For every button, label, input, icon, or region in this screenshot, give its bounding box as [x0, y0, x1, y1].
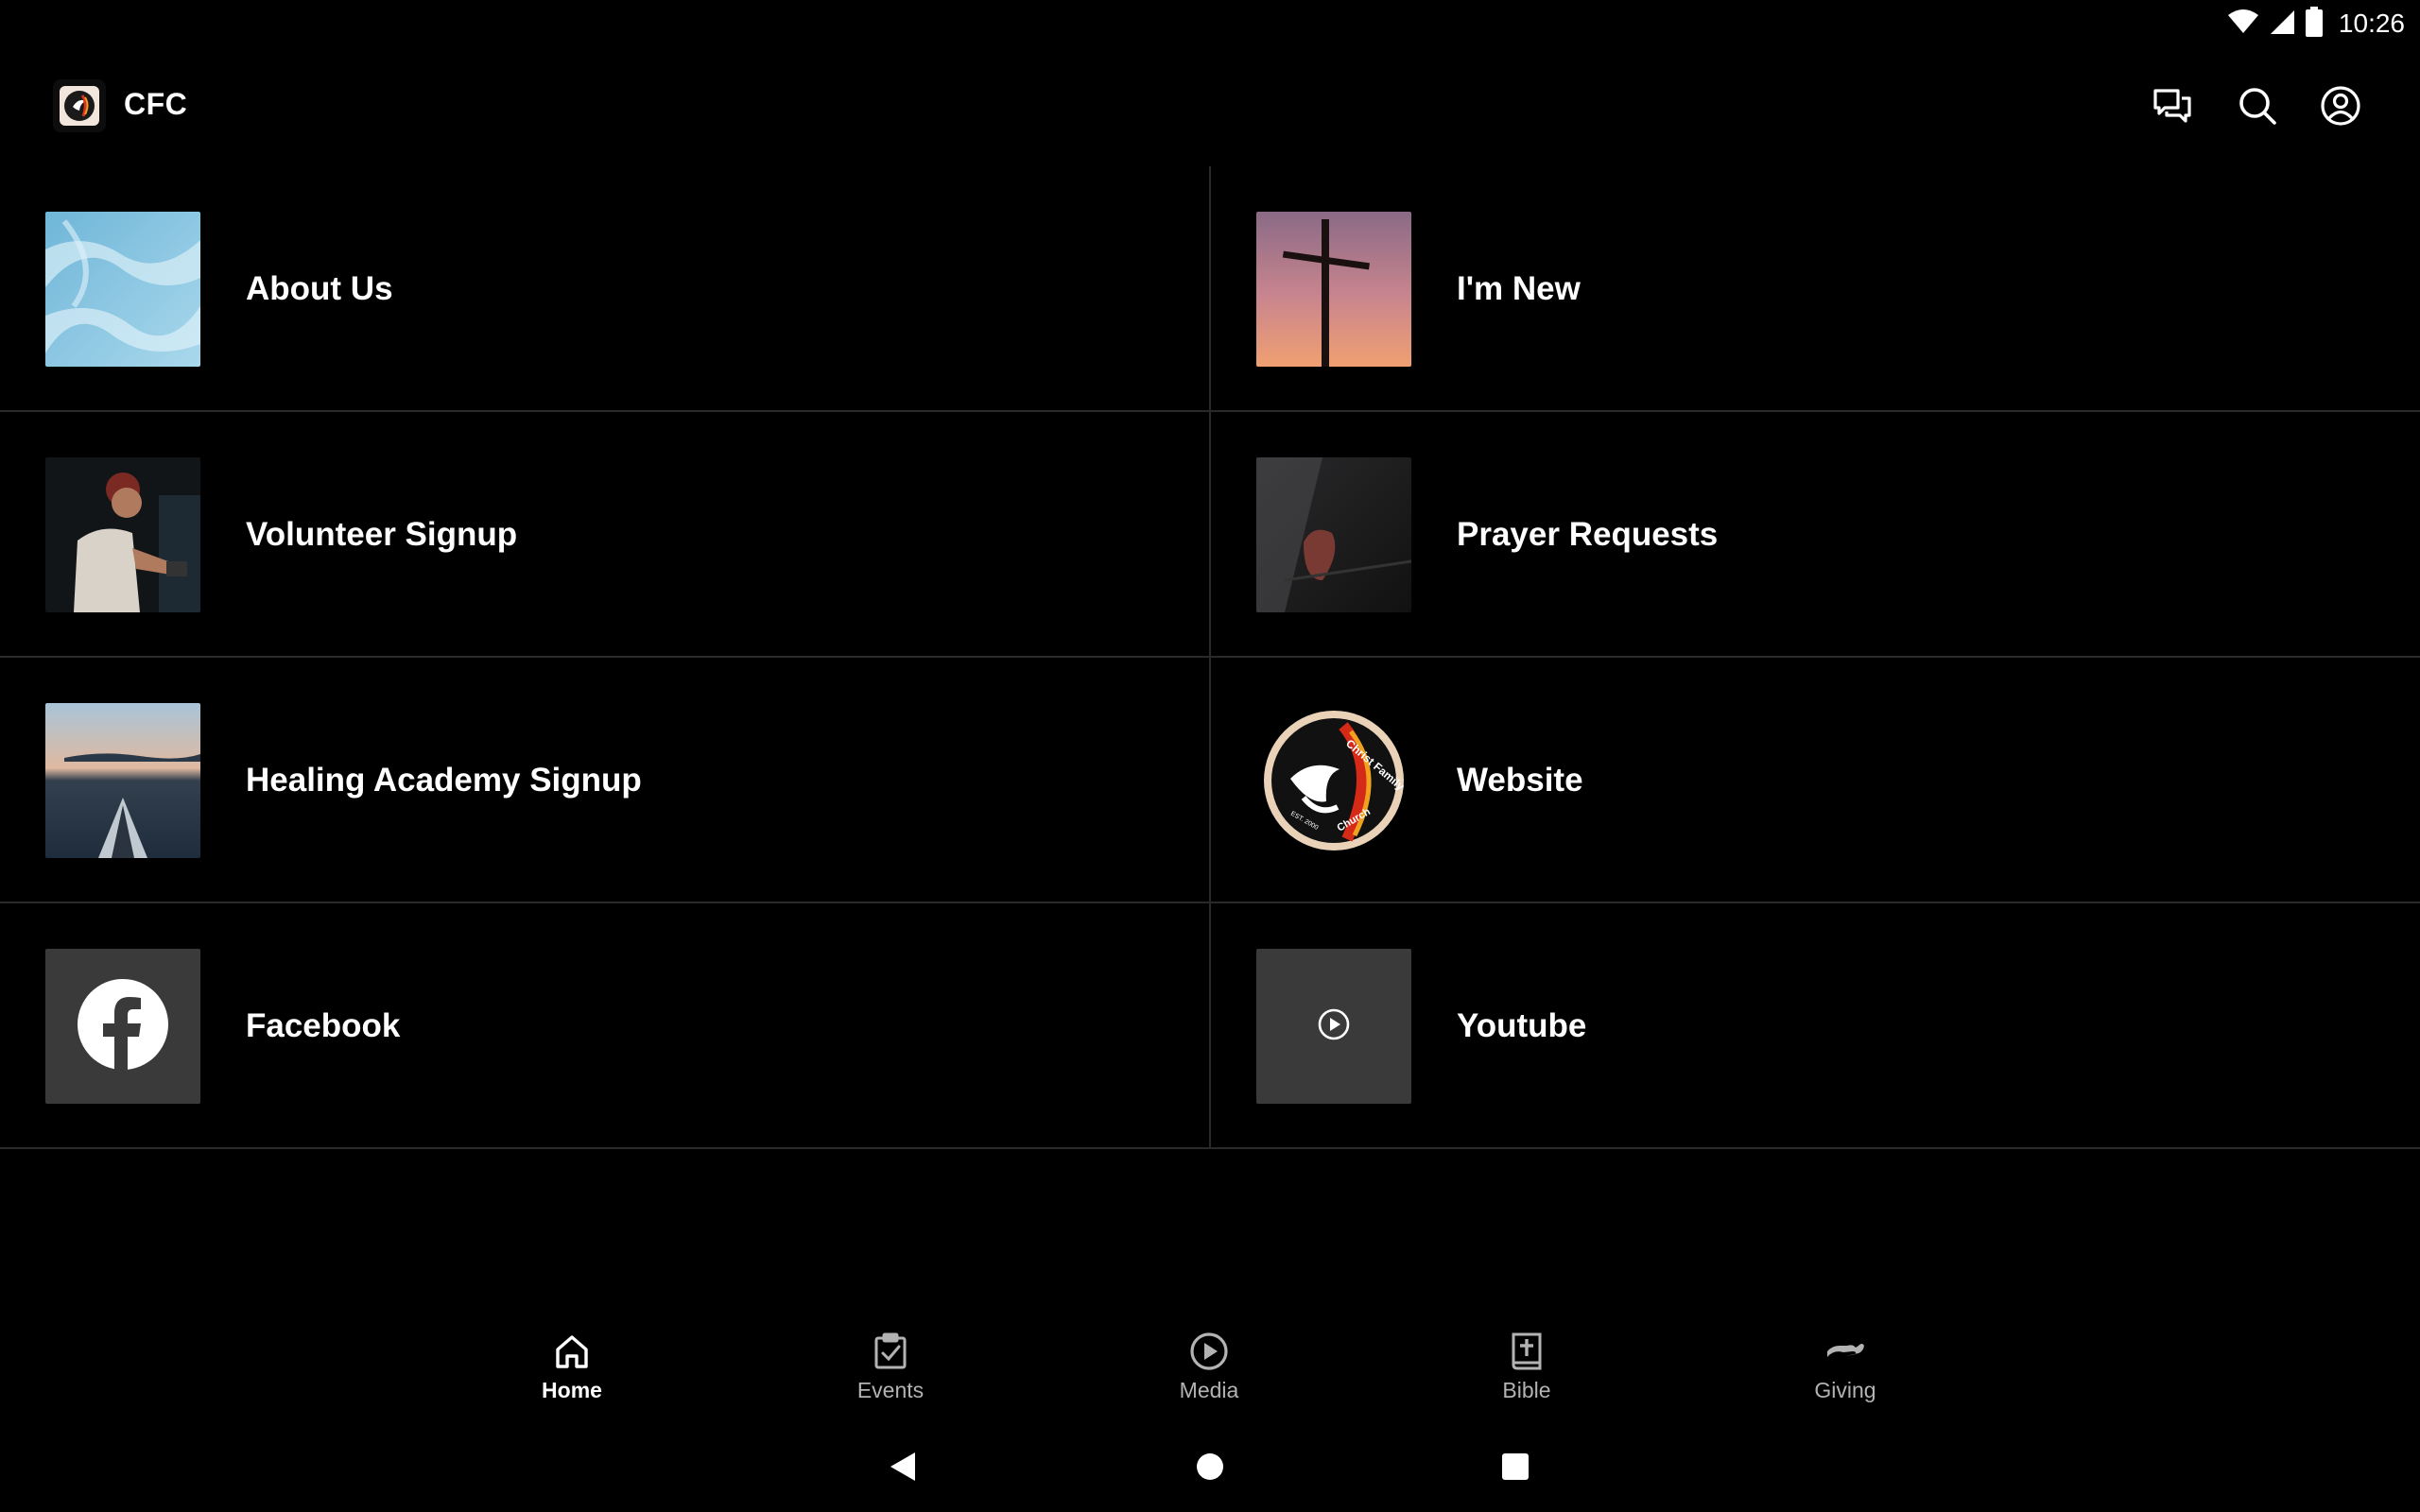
home-icon: [551, 1331, 593, 1372]
tile-volunteer-signup[interactable]: Volunteer Signup: [0, 412, 1209, 658]
tile-website[interactable]: Christ Family Church EST. 2000 Website: [1211, 658, 2420, 903]
tile-healing-academy-signup[interactable]: Healing Academy Signup: [0, 658, 1209, 903]
events-icon: [870, 1331, 911, 1372]
nav-label: Bible: [1502, 1378, 1551, 1402]
nav-media[interactable]: Media: [1115, 1323, 1304, 1418]
status-icons: 10:26: [2227, 6, 2405, 42]
tile-label: Volunteer Signup: [246, 516, 518, 553]
facebook-thumb: [45, 949, 200, 1104]
tile-about-us[interactable]: About Us: [0, 166, 1209, 412]
church-seal: Christ Family Church EST. 2000: [1256, 703, 1411, 858]
play-circle-icon: [1188, 1331, 1230, 1372]
nav-giving[interactable]: Giving: [1751, 1323, 1940, 1418]
youtube-thumb: [1256, 949, 1411, 1104]
home-circle-icon[interactable]: [1182, 1438, 1238, 1495]
sky-photo: [45, 212, 200, 367]
praying-hands-photo: [1256, 457, 1411, 612]
volunteer-photo: [45, 457, 200, 612]
tile-label: Prayer Requests: [1457, 516, 1719, 553]
tile-label: Healing Academy Signup: [246, 762, 642, 799]
app-bar: CFC: [0, 55, 2420, 159]
tile-facebook[interactable]: Facebook: [0, 903, 1209, 1149]
tile-prayer-requests[interactable]: Prayer Requests: [1211, 412, 2420, 658]
battery-icon: [2305, 6, 2324, 42]
nav-label: Giving: [1814, 1378, 1876, 1402]
tile-label: Website: [1457, 762, 1583, 799]
facebook-icon: [77, 978, 169, 1075]
tile-youtube[interactable]: Youtube: [1211, 903, 2420, 1149]
system-navigation: [0, 1438, 2420, 1495]
account-icon[interactable]: [2316, 81, 2365, 130]
app-title: CFC: [124, 87, 188, 121]
wifi-icon: [2227, 9, 2259, 39]
status-bar: 10:26: [0, 0, 2420, 47]
nav-label: Home: [542, 1378, 602, 1402]
tile-label: Youtube: [1457, 1007, 1587, 1044]
giving-hand-icon: [1824, 1331, 1866, 1372]
nav-bible[interactable]: Bible: [1432, 1323, 1621, 1418]
search-icon[interactable]: [2233, 81, 2282, 130]
chat-icon[interactable]: [2148, 81, 2197, 130]
nav-label: Events: [856, 1378, 925, 1402]
tile-im-new[interactable]: I'm New: [1211, 166, 2420, 412]
kayak-lake-photo: [45, 703, 200, 858]
bottom-navigation: Home Events Media Bible Giving: [0, 1323, 2420, 1418]
nav-events[interactable]: Events: [796, 1323, 985, 1418]
play-icon: [1317, 1007, 1351, 1046]
cross-sunset-photo: [1256, 212, 1411, 367]
back-icon[interactable]: [874, 1438, 931, 1495]
tile-label: I'm New: [1457, 270, 1581, 307]
nav-label: Media: [1179, 1378, 1239, 1402]
cell-signal-icon: [2269, 9, 2295, 40]
bible-icon: [1506, 1331, 1547, 1372]
tile-label: Facebook: [246, 1007, 401, 1044]
church-logo[interactable]: [53, 79, 106, 132]
clock-time: 10:26: [2338, 9, 2405, 38]
recents-icon[interactable]: [1487, 1438, 1544, 1495]
tile-label: About Us: [246, 270, 393, 307]
menu-grid: About Us I'm New Volunteer Signup Prayer…: [0, 166, 2420, 1149]
nav-home[interactable]: Home: [477, 1323, 666, 1418]
